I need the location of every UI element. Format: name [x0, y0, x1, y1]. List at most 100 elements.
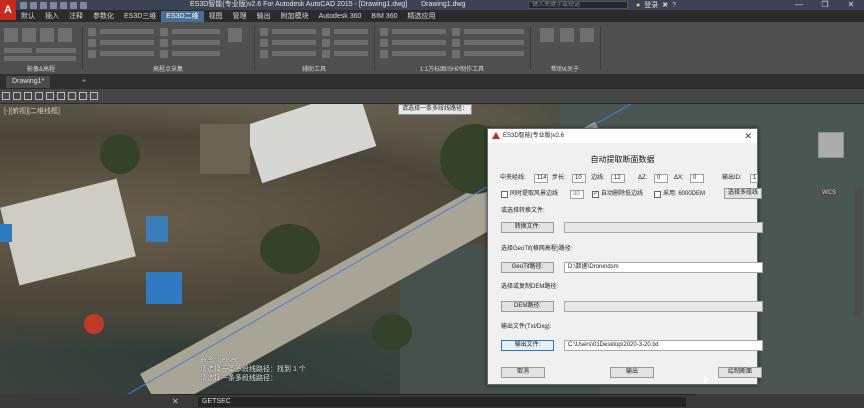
lineweight-icon[interactable] [68, 92, 76, 100]
opt2-checkbox[interactable]: ✓ [592, 191, 599, 198]
dz-field[interactable]: 0 [654, 174, 668, 183]
snap-icon[interactable] [2, 92, 10, 100]
cancel-button[interactable]: 取消 [501, 367, 545, 378]
viewcube[interactable] [818, 132, 844, 158]
selection-cycle-icon[interactable] [90, 92, 98, 100]
opt1-field[interactable]: 30 [570, 190, 584, 199]
elevation-import-icon[interactable] [22, 28, 36, 42]
viewport-label[interactable]: [-][俯视][二维线框] [4, 106, 60, 116]
ortho-icon[interactable] [24, 92, 32, 100]
draw-section-button[interactable]: 绘制断面 [718, 367, 762, 378]
aux-tool-icon[interactable] [260, 50, 268, 58]
open-icon[interactable] [30, 1, 37, 9]
ribbon-tab[interactable]: ES3D二维 [161, 11, 204, 22]
aux-tool-icon[interactable] [260, 28, 268, 36]
new-tab-button[interactable]: + [76, 76, 92, 88]
login-link[interactable]: 登录 [644, 0, 658, 10]
dem-path-field[interactable] [564, 301, 763, 312]
close-command-line-icon[interactable]: ✕ [172, 397, 179, 406]
select-polyline-button[interactable]: 选择多段线 [724, 188, 762, 199]
exchange-icon[interactable]: ✖ [662, 1, 668, 9]
ribbon-tab[interactable]: 默认 [16, 11, 40, 22]
ribbon-tab[interactable]: 输出 [252, 11, 276, 22]
aux-tool-icon[interactable] [260, 39, 268, 47]
convert-path-field[interactable] [564, 222, 763, 233]
map-tool-icon[interactable] [452, 28, 460, 36]
map-tool-icon[interactable] [452, 39, 460, 47]
dialog-titlebar[interactable]: ES3D智能(专业版)v2.6 ✕ [488, 129, 757, 143]
point-tool-icon[interactable] [88, 39, 96, 47]
aux-tool-icon[interactable] [322, 50, 330, 58]
close-icon[interactable]: ✕ [838, 0, 864, 10]
point-tool-icon[interactable] [88, 50, 96, 58]
blue-roof [146, 216, 168, 242]
image-import-icon[interactable] [4, 28, 18, 42]
map-tool-icon[interactable] [380, 28, 388, 36]
save-icon[interactable] [40, 1, 47, 9]
navigation-bar[interactable] [854, 188, 862, 318]
aux-tool-icon[interactable] [322, 28, 330, 36]
ribbon-tab[interactable]: Autodesk 360 [314, 11, 367, 22]
export-button[interactable]: 输出 [610, 367, 654, 378]
output-id-field[interactable]: 1 [750, 174, 758, 183]
output-path-field[interactable]: C:\Users\01Desktop\2020-3-20.txt [564, 340, 763, 351]
save-as-icon[interactable] [50, 1, 57, 9]
dx-field[interactable]: 0 [690, 174, 704, 183]
command-input[interactable]: GETSEC [198, 397, 686, 407]
point-tool-icon[interactable] [88, 28, 96, 36]
dem-import-icon[interactable] [40, 28, 54, 42]
aux-tool-icon[interactable] [322, 39, 330, 47]
ribbon-tab[interactable]: 注释 [64, 11, 88, 22]
point-tool-icon[interactable] [160, 39, 168, 47]
help-book-icon[interactable] [540, 28, 554, 42]
opt3-checkbox[interactable] [654, 191, 661, 198]
side-field[interactable]: 12 [611, 174, 625, 183]
redo-icon[interactable] [80, 1, 87, 9]
dialog-title: ES3D智能(专业版)v2.6 [503, 133, 565, 139]
ribbon-tab[interactable]: 插入 [40, 11, 64, 22]
map-tool-icon[interactable] [380, 50, 388, 58]
ribbon-tab[interactable]: 视图 [204, 11, 228, 22]
otrack-icon[interactable] [57, 92, 65, 100]
help-icon[interactable]: ? [672, 2, 676, 9]
geotiff-path-field[interactable]: D:\数据\Drone\dsm [564, 262, 763, 273]
ribbon-tab[interactable]: BIM 360 [366, 11, 402, 22]
new-icon[interactable] [20, 1, 27, 9]
extract-section-dialog: ES3D智能(专业版)v2.6 ✕ 自动提取断面数据 中央经线: 114 步长:… [487, 128, 763, 385]
transparency-icon[interactable] [79, 92, 87, 100]
convert-file-button[interactable]: 转换文件: [501, 222, 554, 233]
map-tool-icon[interactable] [452, 50, 460, 58]
ribbon-tab[interactable]: ES3D三维 [119, 11, 161, 22]
ribbon-tab[interactable]: 参数化 [88, 11, 119, 22]
print-icon[interactable] [60, 1, 67, 9]
file-tab-drawing1[interactable]: Drawing1* [6, 76, 51, 88]
polar-icon[interactable] [35, 92, 43, 100]
undo-icon[interactable] [70, 1, 77, 9]
geotiff-path-button[interactable]: GeoTif路径: [501, 262, 554, 273]
dialog-close-icon[interactable]: ✕ [744, 130, 752, 142]
user-icon[interactable]: ● [636, 2, 640, 9]
opt1-checkbox[interactable] [501, 191, 508, 198]
collect-icon[interactable] [228, 28, 242, 42]
ribbon-tab[interactable]: 管理 [228, 11, 252, 22]
point-tool-icon[interactable] [160, 50, 168, 58]
tif-import-icon[interactable] [58, 28, 72, 42]
point-tool-icon[interactable] [160, 28, 168, 36]
grid-icon[interactable] [13, 92, 21, 100]
output-file-button[interactable]: 输出文件: [501, 340, 554, 351]
dem-path-button[interactable]: DEM路径: [501, 301, 554, 312]
ribbon-tab[interactable]: 附加模块 [276, 11, 314, 22]
minimize-icon[interactable]: — [786, 0, 812, 10]
center-line-field[interactable]: 114 [534, 174, 548, 183]
about-icon[interactable] [560, 28, 574, 42]
search-input[interactable]: 键入关键字或短语 [528, 1, 628, 9]
map-tool-icon[interactable] [380, 39, 388, 47]
ribbon-tab[interactable]: 精选应用 [402, 11, 440, 22]
update-icon[interactable] [580, 28, 594, 42]
osnap-icon[interactable] [46, 92, 54, 100]
autocad-logo-icon[interactable]: A [0, 0, 16, 20]
restore-icon[interactable]: ❐ [812, 0, 838, 10]
window-title: ES3D智能(专业版)v2.6 For Autodesk AutoCAD 201… [190, 1, 466, 8]
wcs-label[interactable]: WCS [820, 190, 838, 196]
step-field[interactable]: 10 [572, 174, 586, 183]
